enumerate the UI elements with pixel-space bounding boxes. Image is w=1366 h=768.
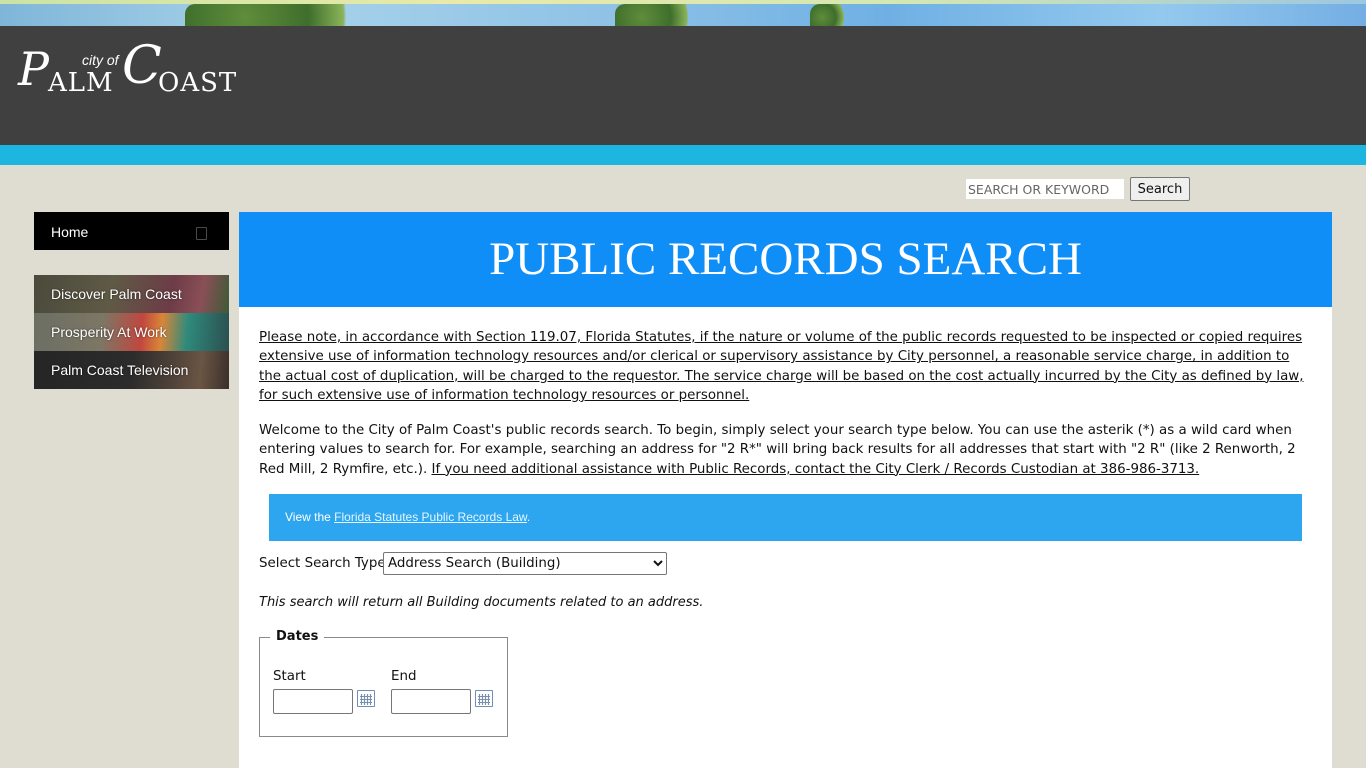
page-title: PUBLIC RECORDS SEARCH [239, 212, 1332, 307]
dates-fieldset: Dates Start End [259, 629, 508, 737]
statutes-info-box: View the Florida Statutes Public Records… [269, 494, 1302, 541]
feature-discover-palm-coast[interactable]: Discover Palm Coast [34, 275, 229, 313]
feature-prosperity-at-work[interactable]: Prosperity At Work [34, 313, 229, 351]
start-date-input[interactable] [273, 689, 353, 714]
site-search-button[interactable]: Search [1130, 177, 1190, 201]
end-date-input[interactable] [391, 689, 471, 714]
records-custodian-link[interactable]: If you need additional assistance with P… [432, 462, 1200, 477]
palm-coast-logo[interactable]: city of P ALM C OAST [18, 36, 236, 102]
header-accent-band [0, 145, 1366, 165]
logo-city-of: city of [82, 52, 119, 68]
info-prefix: View the [285, 510, 331, 524]
feature-label: Prosperity At Work [51, 324, 167, 340]
feature-label: Palm Coast Television [51, 362, 189, 378]
search-type-label: Select Search Type [259, 556, 386, 571]
start-date-label: Start [273, 669, 306, 684]
search-description: This search will return all Building doc… [259, 595, 704, 610]
feature-label: Discover Palm Coast [51, 286, 182, 302]
logo-initial-p: P [18, 42, 49, 96]
end-calendar-icon[interactable] [475, 690, 493, 707]
welcome-paragraph: Welcome to the City of Palm Coast's publ… [259, 421, 1314, 479]
logo-word-oast: OAST [158, 68, 238, 98]
main-content: PUBLIC RECORDS SEARCH Please note, in ac… [239, 212, 1332, 768]
nav-home[interactable]: Home [34, 212, 229, 250]
florida-statutes-link[interactable]: Florida Statutes Public Records Law [334, 510, 527, 524]
header-photo-strip [0, 0, 1366, 26]
header-bar: city of P ALM C OAST [0, 26, 1366, 145]
info-suffix: . [526, 510, 531, 524]
search-type-select[interactable]: Address Search (Building) [383, 552, 667, 575]
menu-toggle-icon[interactable] [196, 227, 207, 240]
dates-legend: Dates [270, 629, 325, 644]
logo-initial-c: C [122, 36, 162, 96]
feature-palm-coast-television[interactable]: Palm Coast Television [34, 351, 229, 389]
site-search-input[interactable] [966, 179, 1124, 199]
logo-word-alm: ALM [48, 68, 114, 98]
start-calendar-icon[interactable] [357, 690, 375, 707]
service-charge-notice: Please note, in accordance with Section … [259, 330, 1304, 403]
feature-links: Discover Palm Coast Prosperity At Work P… [34, 275, 229, 389]
nav-home-label: Home [51, 224, 89, 240]
end-date-label: End [391, 669, 417, 684]
